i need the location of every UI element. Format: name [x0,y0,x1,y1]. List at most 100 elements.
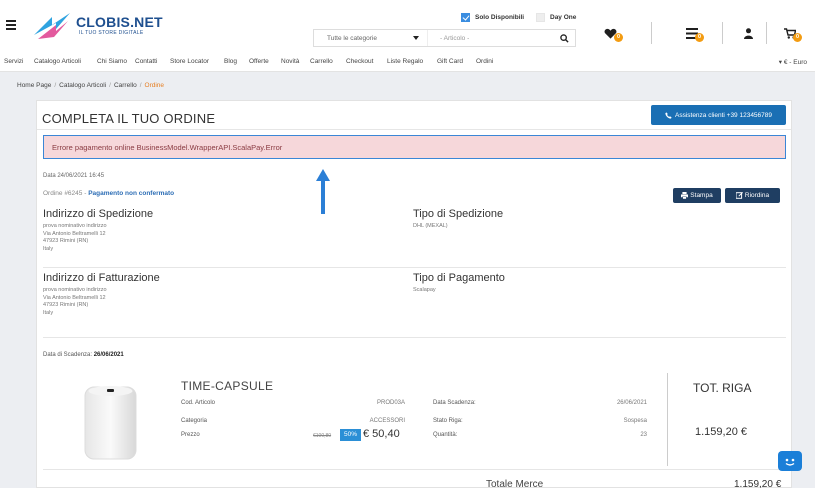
nav-item-blog[interactable]: Blog [224,58,237,65]
checkbox-empty-icon [536,13,545,22]
header-divider [722,22,723,44]
search-icon[interactable] [560,34,569,43]
wishlist-button[interactable]: 0 [604,27,626,43]
menu-icon[interactable] [6,20,16,32]
currency-value: € - Euro [783,59,807,66]
customer-support-button[interactable]: Assistenza clienti +39 1234567​89 [651,105,786,125]
header-divider [766,22,767,44]
print-label: Stampa [690,192,713,199]
discount-badge: 50% [340,429,361,441]
goods-total-value: 1.159,20 € [734,479,782,488]
breadcrumb-separator: / [109,82,111,89]
nav-item-novita[interactable]: Novità [281,58,299,65]
order-info: Ordine #6245 - Pagamento non confermato [43,190,174,197]
row-divider [667,373,668,466]
breadcrumb: Home Page / Catalogo Articoli / Carrello / Ord… [17,82,164,89]
shipping-type-title: Tipo di Spedizione [413,208,504,220]
address-line: prova nominativo indirizzo [43,287,107,293]
caret-down-icon [413,36,419,40]
order-card: COMPLETA IL TUO ORDINE Assistenza client… [36,100,792,488]
site-logo[interactable]: CLOBIS.NET IL TUO STORE DIGITALE [30,11,163,41]
payment-type-title: Tipo di Pagamento [413,272,505,284]
logo-title: CLOBIS.NET [76,14,163,30]
logo-mark-icon [34,13,70,39]
only-available-checkbox[interactable]: Solo Disponibili [461,13,524,22]
breadcrumb-separator: / [139,82,142,89]
payment-type-value: Scalapay [413,287,436,293]
row-due-label: Data Scadenza: [433,400,476,406]
compare-count-badge: 0 [695,33,704,42]
compare-button[interactable]: 0 [686,27,708,43]
checkbox-checked-icon [461,13,470,22]
payment-error-alert: Errore pagamento online BusinessModel.Wr… [43,135,786,159]
breadcrumb-separator: / [54,82,57,89]
nav-item-carrello[interactable]: Carrello [310,58,333,65]
printer-icon [681,192,689,199]
product-code-label: Cod. Articolo [181,400,216,406]
print-button[interactable]: Stampa [673,188,721,203]
user-icon[interactable] [744,28,753,39]
breadcrumb-home[interactable]: Home Page [17,82,51,89]
chat-face-icon [785,458,795,466]
order-number: Ordine #6245 - [43,190,87,197]
cart-count-badge: 0 [793,33,802,42]
due-date-value: 26/06/2021 [93,352,124,358]
address-line: Italy [43,309,54,316]
day-one-checkbox[interactable]: Day One [536,13,576,22]
product-name[interactable]: TIME-CAPSULE [181,379,273,393]
product-image[interactable] [79,381,142,461]
reorder-label: Riordina [744,192,770,199]
search-bar: Tutte le categorie - Articolo - [313,29,576,47]
product-code-value: PROD03A [376,400,405,406]
nav-item-chi-siamo[interactable]: Chi Siamo [97,58,127,65]
product-category-value: ACCESSORI [369,418,405,424]
product-price-label: Prezzo [181,432,200,438]
billing-address: prova nominativo indirizzo Via Antonio B… [43,287,107,317]
search-input[interactable]: - Articolo - [428,35,575,42]
category-select[interactable]: Tutte le categorie [314,30,428,46]
logo-subtitle: IL TUO STORE DIGITALE [79,30,144,36]
divider [37,129,791,130]
address-line: prova nominativo indirizzo [43,223,107,229]
site-header: CLOBIS.NET IL TUO STORE DIGITALE Solo Di… [0,0,815,52]
shipping-type-value: DHL (MEXAL) [413,223,448,229]
goods-total-label: Totale Merce [486,479,544,488]
currency-select[interactable]: ▾ € - Euro [779,58,807,66]
cart-button[interactable]: 0 [784,27,806,43]
nav-item-gift-card[interactable]: Gift Card [437,58,463,65]
main-nav: Servizi Catalogo Articoli Chi Siamo Cont… [0,52,815,72]
product-price-new: € 50,40 [363,428,400,440]
nav-item-offerte[interactable]: Offerte [249,58,269,65]
row-total-value: 1.159,20 € [695,426,747,438]
breadcrumb-current: Ordine [144,82,165,89]
reorder-button[interactable]: Riordina [725,188,780,203]
divider [43,337,786,338]
breadcrumb-carrello[interactable]: Carrello [114,82,137,89]
row-state-value: Sospesa [623,418,647,424]
nav-item-servizi[interactable]: Servizi [4,58,24,65]
wishlist-count-badge: 0 [614,33,623,42]
chat-widget-button[interactable] [778,451,802,471]
quantity-value: 23 [640,432,647,438]
divider [43,267,786,268]
nav-item-liste-regalo[interactable]: Liste Regalo [387,58,423,65]
category-select-value: Tutte le categorie [327,34,377,42]
nav-item-catalogo[interactable]: Catalogo Articoli [34,58,81,65]
breadcrumb-catalogo[interactable]: Catalogo Articoli [59,82,106,89]
phone-icon [665,111,672,119]
row-state-label: Stato Riga: [433,418,463,424]
nav-item-checkout[interactable]: Checkout [346,58,373,65]
product-price-old: €100,80 [313,433,332,439]
address-line: 47923 Rimini (RN) [43,238,89,244]
divider [43,469,786,470]
row-due-value: 26/06/2021 [616,400,647,406]
shipping-address-title: Indirizzo di Spedizione [43,208,154,220]
billing-address-title: Indirizzo di Fatturazione [43,272,160,284]
shipping-address: prova nominativo indirizzo Via Antonio B… [43,223,107,253]
nav-item-contatti[interactable]: Contatti [135,58,157,65]
nav-item-ordini[interactable]: Ordini [476,58,493,65]
page-title: COMPLETA IL TUO ORDINE [42,111,216,126]
customer-support-label: Assistenza clienti +39 1234567​89 [674,111,773,119]
header-divider [651,22,652,44]
nav-item-store-locator[interactable]: Store Locator [170,58,209,65]
